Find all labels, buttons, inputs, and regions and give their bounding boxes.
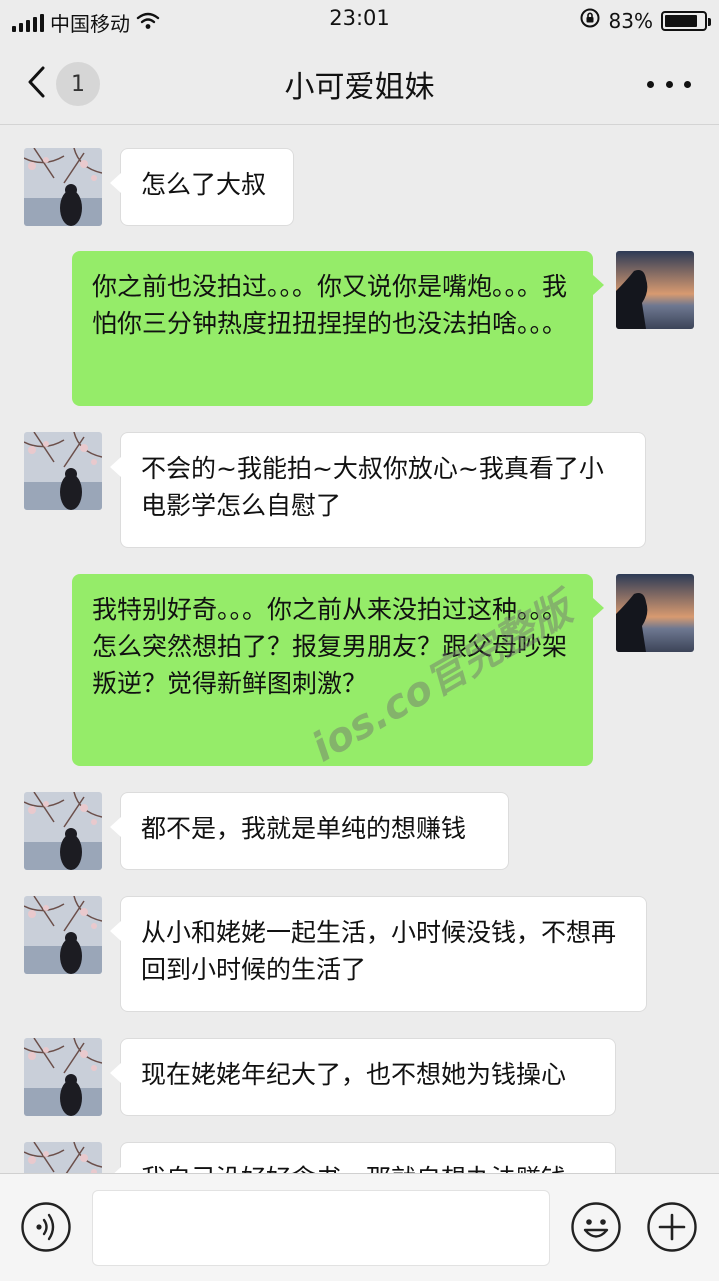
contact-avatar[interactable] [24, 148, 102, 226]
dot-icon [684, 80, 691, 88]
message-bubble[interactable]: 从小和姥姥一起生活，小时候没钱，不想再回到小时候的生活了 [110, 896, 647, 1012]
contact-avatar[interactable] [24, 792, 102, 870]
dot-icon [647, 80, 654, 88]
battery-percent: 83% [608, 8, 653, 33]
my-avatar[interactable] [616, 574, 694, 652]
contact-avatar[interactable] [24, 432, 102, 510]
message-bubble[interactable]: 都不是，我就是单纯的想赚钱 [110, 792, 509, 870]
message-bubble[interactable]: 不会的~我能拍~大叔你放心~我真看了小电影学怎么自慰了 [110, 432, 646, 548]
more-functions-button[interactable] [646, 1201, 698, 1253]
message-bubble[interactable]: 我特别好奇。。。你之前从来没拍过这种。。。怎么突然想拍了？报复男朋友？跟父母吵架… [72, 574, 604, 766]
nav-bar: 1 小可爱姐妹 [0, 40, 719, 125]
plus-icon [646, 1202, 698, 1257]
message-bubble[interactable]: 你之前也没拍过。。。你又说你是嘴炮。。。我怕你三分钟热度扭扭捏捏的也没法拍啥。。… [72, 251, 604, 406]
chat-area[interactable]: 怎么了大叔 你之前也没拍过。。。你又说你是嘴炮。。。我怕你三分钟热度扭扭捏捏的也… [0, 125, 719, 1173]
voice-icon [20, 1202, 72, 1257]
contact-avatar[interactable] [24, 896, 102, 974]
message-bubble[interactable]: 现在姥姥年纪大了，也不想她为钱操心 [110, 1038, 616, 1116]
chat-title: 小可爱姐妹 [284, 70, 435, 105]
rotation-lock-icon [579, 7, 601, 34]
status-bar: 中国移动 23:01 83% [0, 0, 719, 40]
message-input[interactable] [92, 1190, 550, 1266]
contact-avatar[interactable] [24, 1142, 102, 1173]
contact-avatar[interactable] [24, 1038, 102, 1116]
message-bubble[interactable]: 我自己没好好念书，那就自想办法赚钱 [110, 1142, 616, 1173]
smiley-icon [570, 1202, 622, 1257]
more-options-button[interactable] [647, 74, 691, 94]
message-bubble[interactable]: 怎么了大叔 [110, 148, 294, 226]
emoji-button[interactable] [570, 1201, 622, 1253]
battery-icon [661, 10, 711, 31]
input-bar [0, 1173, 719, 1281]
dot-icon [665, 80, 673, 88]
my-avatar[interactable] [616, 251, 694, 329]
voice-input-button[interactable] [20, 1201, 72, 1253]
